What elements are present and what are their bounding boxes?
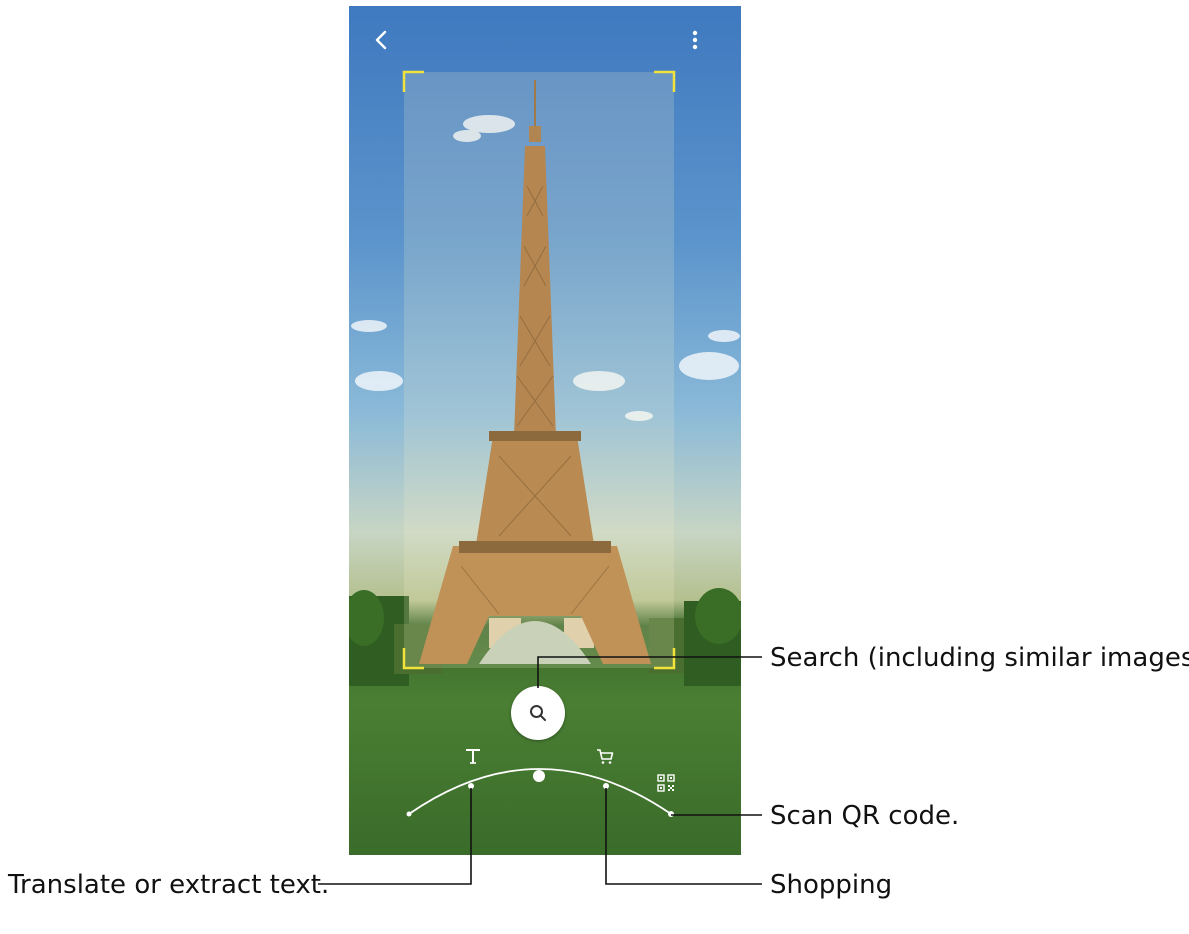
text-leader-line — [318, 788, 472, 885]
search-leader-line — [537, 656, 762, 688]
shopping-callout-label: Shopping — [770, 870, 893, 900]
callout-leader-lines — [318, 656, 762, 885]
shopping-leader-line — [605, 788, 762, 885]
search-callout-label: Search (including similar images) — [770, 643, 1189, 673]
qr-callout-label: Scan QR code. — [770, 801, 960, 831]
text-callout-label: Translate or extract text. — [8, 870, 330, 900]
